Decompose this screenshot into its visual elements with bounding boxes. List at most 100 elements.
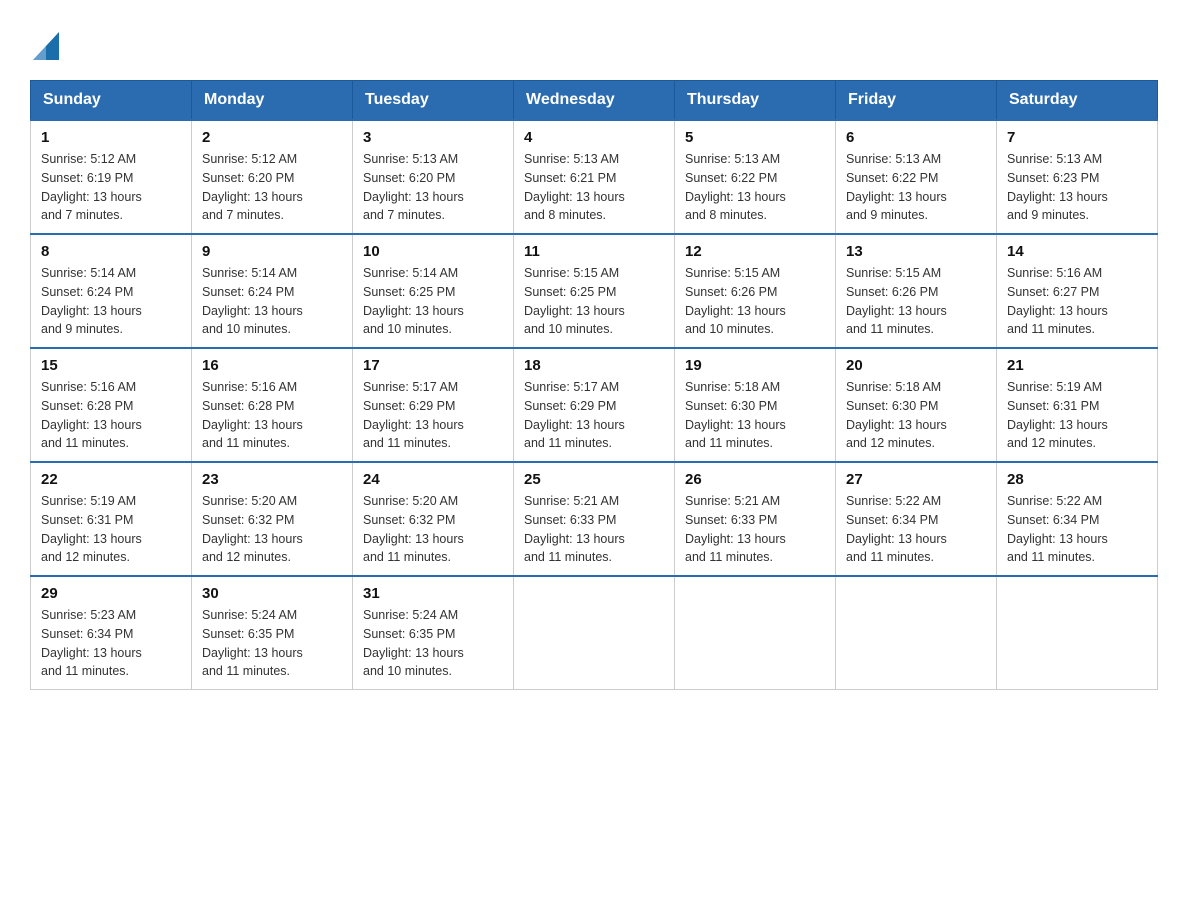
day-number: 6 <box>846 129 986 146</box>
header-friday: Friday <box>836 81 997 121</box>
header-monday: Monday <box>192 81 353 121</box>
day-info: Sunrise: 5:12 AMSunset: 6:19 PMDaylight:… <box>41 152 142 222</box>
day-info: Sunrise: 5:24 AMSunset: 6:35 PMDaylight:… <box>363 608 464 678</box>
day-info: Sunrise: 5:21 AMSunset: 6:33 PMDaylight:… <box>685 494 786 564</box>
calendar-table: Sunday Monday Tuesday Wednesday Thursday… <box>30 80 1158 690</box>
day-number: 31 <box>363 585 503 602</box>
day-number: 23 <box>202 471 342 488</box>
calendar-cell <box>997 576 1158 690</box>
calendar-cell <box>514 576 675 690</box>
day-info: Sunrise: 5:17 AMSunset: 6:29 PMDaylight:… <box>363 380 464 450</box>
calendar-week-row-3: 15 Sunrise: 5:16 AMSunset: 6:28 PMDaylig… <box>31 348 1158 462</box>
day-info: Sunrise: 5:16 AMSunset: 6:28 PMDaylight:… <box>202 380 303 450</box>
calendar-cell: 18 Sunrise: 5:17 AMSunset: 6:29 PMDaylig… <box>514 348 675 462</box>
day-number: 16 <box>202 357 342 374</box>
day-info: Sunrise: 5:18 AMSunset: 6:30 PMDaylight:… <box>846 380 947 450</box>
calendar-cell: 1 Sunrise: 5:12 AMSunset: 6:19 PMDayligh… <box>31 120 192 234</box>
calendar-cell: 22 Sunrise: 5:19 AMSunset: 6:31 PMDaylig… <box>31 462 192 576</box>
day-number: 7 <box>1007 129 1147 146</box>
day-info: Sunrise: 5:17 AMSunset: 6:29 PMDaylight:… <box>524 380 625 450</box>
calendar-cell: 11 Sunrise: 5:15 AMSunset: 6:25 PMDaylig… <box>514 234 675 348</box>
day-number: 27 <box>846 471 986 488</box>
calendar-cell: 5 Sunrise: 5:13 AMSunset: 6:22 PMDayligh… <box>675 120 836 234</box>
calendar-cell: 26 Sunrise: 5:21 AMSunset: 6:33 PMDaylig… <box>675 462 836 576</box>
header-wednesday: Wednesday <box>514 81 675 121</box>
calendar-cell: 25 Sunrise: 5:21 AMSunset: 6:33 PMDaylig… <box>514 462 675 576</box>
logo <box>30 30 59 60</box>
day-info: Sunrise: 5:13 AMSunset: 6:20 PMDaylight:… <box>363 152 464 222</box>
header-saturday: Saturday <box>997 81 1158 121</box>
calendar-cell: 16 Sunrise: 5:16 AMSunset: 6:28 PMDaylig… <box>192 348 353 462</box>
day-number: 4 <box>524 129 664 146</box>
day-info: Sunrise: 5:13 AMSunset: 6:22 PMDaylight:… <box>685 152 786 222</box>
calendar-cell: 31 Sunrise: 5:24 AMSunset: 6:35 PMDaylig… <box>353 576 514 690</box>
day-number: 2 <box>202 129 342 146</box>
day-number: 21 <box>1007 357 1147 374</box>
day-number: 17 <box>363 357 503 374</box>
day-info: Sunrise: 5:13 AMSunset: 6:22 PMDaylight:… <box>846 152 947 222</box>
day-info: Sunrise: 5:22 AMSunset: 6:34 PMDaylight:… <box>1007 494 1108 564</box>
day-info: Sunrise: 5:15 AMSunset: 6:26 PMDaylight:… <box>685 266 786 336</box>
page-header <box>30 30 1158 60</box>
calendar-cell: 3 Sunrise: 5:13 AMSunset: 6:20 PMDayligh… <box>353 120 514 234</box>
day-number: 22 <box>41 471 181 488</box>
calendar-week-row-4: 22 Sunrise: 5:19 AMSunset: 6:31 PMDaylig… <box>31 462 1158 576</box>
calendar-cell: 20 Sunrise: 5:18 AMSunset: 6:30 PMDaylig… <box>836 348 997 462</box>
day-info: Sunrise: 5:12 AMSunset: 6:20 PMDaylight:… <box>202 152 303 222</box>
calendar-cell: 27 Sunrise: 5:22 AMSunset: 6:34 PMDaylig… <box>836 462 997 576</box>
day-number: 12 <box>685 243 825 260</box>
day-info: Sunrise: 5:24 AMSunset: 6:35 PMDaylight:… <box>202 608 303 678</box>
calendar-cell <box>675 576 836 690</box>
day-number: 24 <box>363 471 503 488</box>
day-number: 30 <box>202 585 342 602</box>
day-info: Sunrise: 5:19 AMSunset: 6:31 PMDaylight:… <box>41 494 142 564</box>
day-number: 20 <box>846 357 986 374</box>
day-number: 10 <box>363 243 503 260</box>
day-info: Sunrise: 5:16 AMSunset: 6:28 PMDaylight:… <box>41 380 142 450</box>
calendar-cell: 17 Sunrise: 5:17 AMSunset: 6:29 PMDaylig… <box>353 348 514 462</box>
day-info: Sunrise: 5:22 AMSunset: 6:34 PMDaylight:… <box>846 494 947 564</box>
day-number: 9 <box>202 243 342 260</box>
calendar-cell <box>836 576 997 690</box>
header-thursday: Thursday <box>675 81 836 121</box>
calendar-cell: 23 Sunrise: 5:20 AMSunset: 6:32 PMDaylig… <box>192 462 353 576</box>
day-info: Sunrise: 5:20 AMSunset: 6:32 PMDaylight:… <box>202 494 303 564</box>
calendar-cell: 13 Sunrise: 5:15 AMSunset: 6:26 PMDaylig… <box>836 234 997 348</box>
calendar-cell: 4 Sunrise: 5:13 AMSunset: 6:21 PMDayligh… <box>514 120 675 234</box>
day-number: 8 <box>41 243 181 260</box>
calendar-cell: 6 Sunrise: 5:13 AMSunset: 6:22 PMDayligh… <box>836 120 997 234</box>
day-number: 25 <box>524 471 664 488</box>
day-number: 28 <box>1007 471 1147 488</box>
day-number: 5 <box>685 129 825 146</box>
day-info: Sunrise: 5:18 AMSunset: 6:30 PMDaylight:… <box>685 380 786 450</box>
day-number: 19 <box>685 357 825 374</box>
day-info: Sunrise: 5:15 AMSunset: 6:25 PMDaylight:… <box>524 266 625 336</box>
calendar-cell: 29 Sunrise: 5:23 AMSunset: 6:34 PMDaylig… <box>31 576 192 690</box>
day-number: 3 <box>363 129 503 146</box>
calendar-cell: 14 Sunrise: 5:16 AMSunset: 6:27 PMDaylig… <box>997 234 1158 348</box>
day-info: Sunrise: 5:13 AMSunset: 6:23 PMDaylight:… <box>1007 152 1108 222</box>
calendar-cell: 21 Sunrise: 5:19 AMSunset: 6:31 PMDaylig… <box>997 348 1158 462</box>
calendar-cell: 24 Sunrise: 5:20 AMSunset: 6:32 PMDaylig… <box>353 462 514 576</box>
day-number: 29 <box>41 585 181 602</box>
day-number: 13 <box>846 243 986 260</box>
day-info: Sunrise: 5:14 AMSunset: 6:25 PMDaylight:… <box>363 266 464 336</box>
day-info: Sunrise: 5:14 AMSunset: 6:24 PMDaylight:… <box>202 266 303 336</box>
day-info: Sunrise: 5:23 AMSunset: 6:34 PMDaylight:… <box>41 608 142 678</box>
day-number: 26 <box>685 471 825 488</box>
day-number: 18 <box>524 357 664 374</box>
day-info: Sunrise: 5:13 AMSunset: 6:21 PMDaylight:… <box>524 152 625 222</box>
calendar-cell: 10 Sunrise: 5:14 AMSunset: 6:25 PMDaylig… <box>353 234 514 348</box>
calendar-week-row-5: 29 Sunrise: 5:23 AMSunset: 6:34 PMDaylig… <box>31 576 1158 690</box>
day-number: 14 <box>1007 243 1147 260</box>
day-number: 1 <box>41 129 181 146</box>
day-info: Sunrise: 5:19 AMSunset: 6:31 PMDaylight:… <box>1007 380 1108 450</box>
day-info: Sunrise: 5:20 AMSunset: 6:32 PMDaylight:… <box>363 494 464 564</box>
calendar-cell: 12 Sunrise: 5:15 AMSunset: 6:26 PMDaylig… <box>675 234 836 348</box>
calendar-cell: 7 Sunrise: 5:13 AMSunset: 6:23 PMDayligh… <box>997 120 1158 234</box>
day-info: Sunrise: 5:15 AMSunset: 6:26 PMDaylight:… <box>846 266 947 336</box>
calendar-cell: 8 Sunrise: 5:14 AMSunset: 6:24 PMDayligh… <box>31 234 192 348</box>
logo-triangle-icon <box>33 32 59 60</box>
header-sunday: Sunday <box>31 81 192 121</box>
day-info: Sunrise: 5:16 AMSunset: 6:27 PMDaylight:… <box>1007 266 1108 336</box>
